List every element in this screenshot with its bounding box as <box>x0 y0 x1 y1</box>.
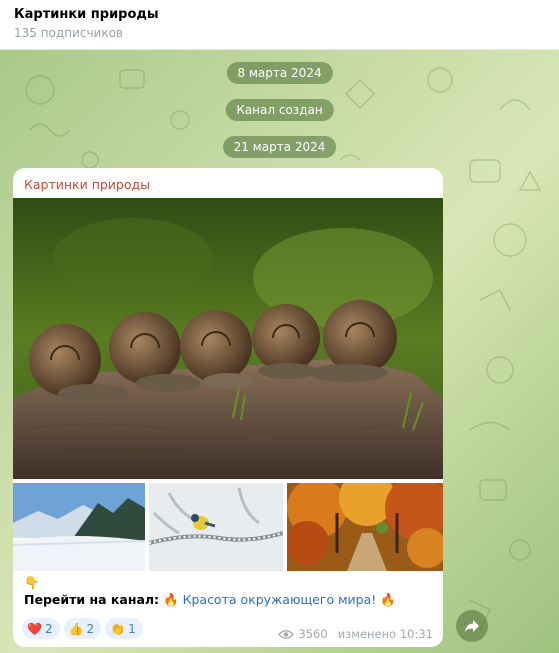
photo-snails[interactable] <box>13 198 443 479</box>
forward-button[interactable] <box>456 610 488 642</box>
date-separator: 21 марта 2024 <box>222 136 337 158</box>
reaction-clap[interactable]: 👏 1 <box>105 618 143 639</box>
date-separator: 8 марта 2024 <box>226 62 333 84</box>
photo-bird-on-branch[interactable] <box>149 483 283 571</box>
reaction-count: 2 <box>44 621 53 636</box>
reaction-heart[interactable]: ❤️ 2 <box>22 618 60 639</box>
edited-timestamp: изменено 10:31 <box>337 627 433 641</box>
channel-post[interactable]: Картинки природы 👇 Перейти на канал: 🔥 К… <box>13 168 443 647</box>
subscriber-count: 135 подписчиков <box>14 26 123 40</box>
post-channel-name[interactable]: Картинки природы <box>24 177 150 192</box>
reactions-bar: ❤️ 2 👍 2 👏 1 <box>22 618 143 639</box>
channel-link[interactable]: Красота окружающего мира! <box>183 592 377 607</box>
chat-title[interactable]: Картинки природы <box>14 7 545 22</box>
eye-icon <box>278 629 295 639</box>
chat-area[interactable]: 8 марта 2024 Канал создан 21 марта 2024 … <box>0 50 559 653</box>
post-text-bold: Перейти на канал: <box>24 592 160 607</box>
pointing-down-emoji: 👇 <box>24 575 40 590</box>
channel-created-notice: Канал создан <box>225 99 334 121</box>
share-arrow-icon <box>465 620 479 632</box>
clap-emoji: 👏 <box>110 621 126 636</box>
heart-emoji: ❤️ <box>27 621 42 636</box>
chat-header[interactable]: Картинки природы 135 подписчиков <box>0 0 559 50</box>
photo-autumn-forest[interactable] <box>287 483 443 571</box>
reaction-count: 1 <box>128 621 136 636</box>
view-count: 3560 <box>298 627 328 641</box>
thumbs-up-emoji: 👍 <box>68 621 84 636</box>
fire-emoji: 🔥 <box>163 592 179 607</box>
fire-emoji: 🔥 <box>380 592 396 607</box>
reaction-count: 2 <box>86 621 95 636</box>
post-text: 👇 Перейти на канал: 🔥 Красота окружающег… <box>24 574 434 608</box>
reaction-thumbs-up[interactable]: 👍 2 <box>63 618 102 639</box>
post-meta: 3560 изменено 10:31 <box>278 627 433 641</box>
photo-snowy-mountains[interactable] <box>13 483 145 571</box>
